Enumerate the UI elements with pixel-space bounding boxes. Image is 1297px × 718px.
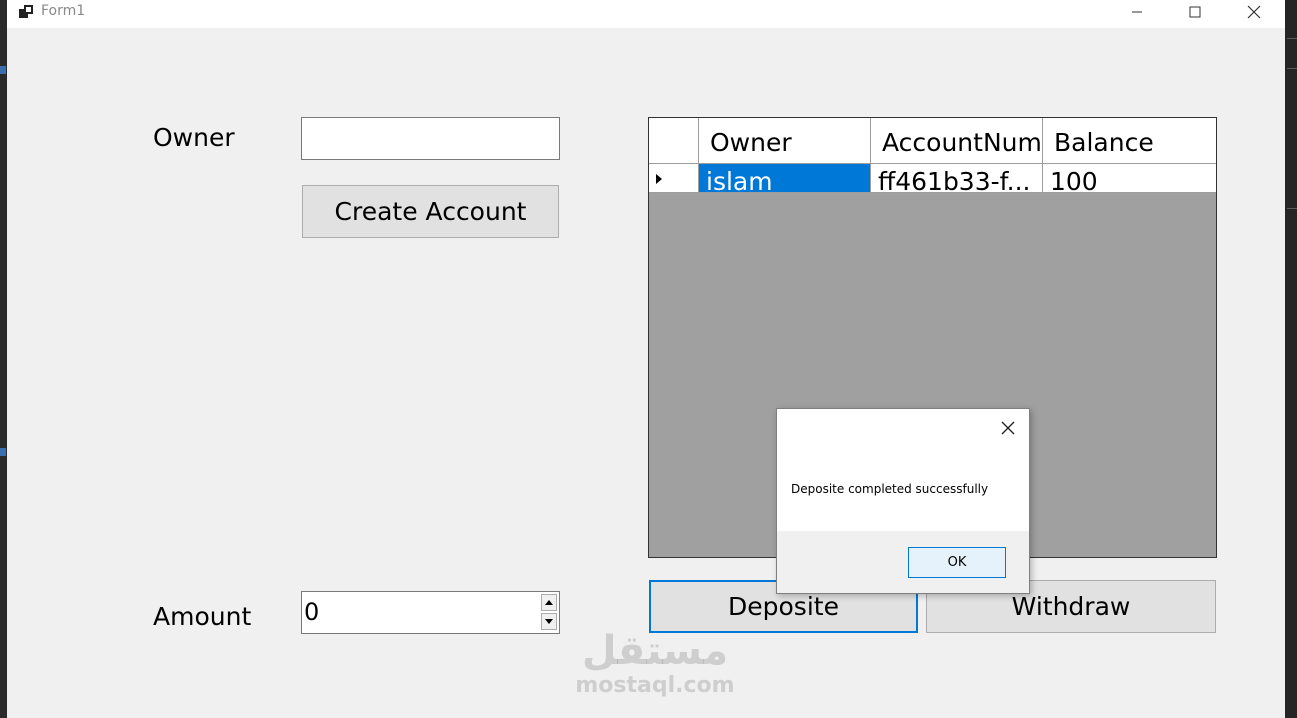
minimize-button[interactable]: [1108, 0, 1166, 24]
title-bar: Form1: [7, 0, 1285, 28]
column-header-owner[interactable]: Owner: [699, 118, 871, 164]
amount-value[interactable]: 0: [304, 598, 319, 626]
close-icon: [1247, 5, 1261, 19]
maximize-icon: [1189, 6, 1201, 18]
owner-label: Owner: [153, 123, 235, 152]
spin-down-button[interactable]: [541, 613, 557, 630]
amount-numeric-updown[interactable]: 0: [301, 591, 560, 634]
watermark-latin: mostaql.com: [575, 673, 735, 698]
amount-label: Amount: [153, 602, 252, 631]
form1-window: Form1 Owner Create Account Amount 0 Owne…: [7, 0, 1285, 718]
minimize-icon: [1132, 11, 1142, 13]
background-ide-right: [1285, 0, 1297, 718]
row-header-corner: [649, 118, 699, 164]
owner-input[interactable]: [301, 117, 560, 160]
row-header[interactable]: [649, 164, 699, 193]
current-row-arrow-icon: [656, 174, 662, 184]
window-title: Form1: [41, 3, 86, 19]
ok-button[interactable]: OK: [908, 547, 1006, 578]
column-header-accountnum[interactable]: AccountNum: [871, 118, 1043, 164]
cell-owner[interactable]: islam: [699, 164, 871, 193]
close-window-button[interactable]: [1225, 0, 1283, 24]
message-box-dialog: Deposite completed successfully OK: [776, 408, 1030, 594]
maximize-button[interactable]: [1166, 0, 1224, 24]
background-marker: [0, 66, 6, 74]
create-account-button[interactable]: Create Account: [302, 185, 559, 238]
column-header-balance[interactable]: Balance: [1043, 118, 1216, 164]
watermark: مستقل mostaql.com: [570, 628, 740, 698]
app-form-icon: [19, 5, 33, 18]
arrow-down-icon: [545, 619, 553, 624]
dialog-message: Deposite completed successfully: [791, 482, 989, 496]
background-marker: [0, 448, 6, 456]
spin-up-button[interactable]: [541, 594, 557, 611]
cell-accountnum[interactable]: ff461b33-f...: [871, 164, 1043, 193]
watermark-arabic: مستقل: [581, 628, 729, 674]
arrow-up-icon: [545, 600, 553, 605]
dialog-close-icon[interactable]: [999, 419, 1017, 437]
cell-balance[interactable]: 100: [1043, 164, 1216, 193]
